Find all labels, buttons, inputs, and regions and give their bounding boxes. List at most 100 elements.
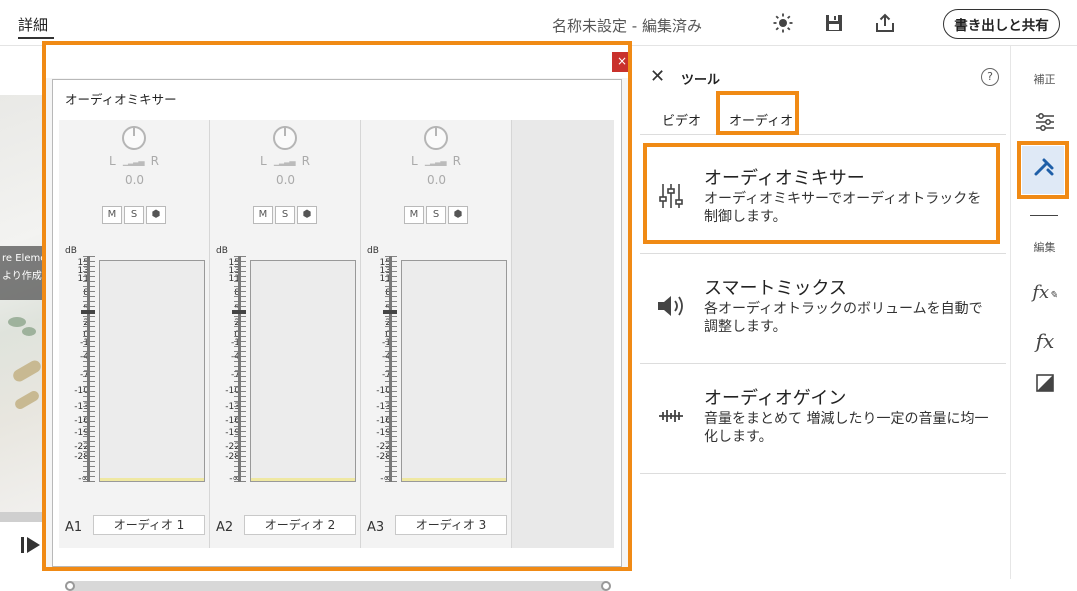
pan-value: 0.0 — [275, 173, 296, 187]
roller-decoration — [11, 358, 43, 384]
volume-fader-handle[interactable] — [232, 310, 246, 314]
adjust-sliders-icon[interactable] — [1031, 111, 1059, 139]
mixer-title: オーディオミキサー — [65, 92, 177, 107]
pan-lr-label: L ▁▂▃▄ R — [109, 154, 159, 168]
record-button[interactable]: ⬢ — [448, 206, 468, 224]
record-button[interactable]: ⬢ — [297, 206, 317, 224]
meter-floor — [100, 478, 204, 481]
mixer-horizontal-scrollbar[interactable] — [65, 581, 611, 591]
pan-meter-icon: ▁▂▃▄ — [424, 156, 447, 166]
solo-button[interactable]: S — [275, 206, 295, 224]
solo-button[interactable]: S — [124, 206, 144, 224]
tool-description: オーディオミキサーでオーディオトラックを制御します。 — [704, 191, 982, 225]
pan-knob[interactable] — [424, 126, 448, 150]
waveform-icon — [656, 402, 686, 432]
track-name-field[interactable]: オーディオ 3 — [395, 515, 507, 535]
brightness-icon[interactable] — [771, 11, 795, 35]
share-icon[interactable] — [873, 11, 897, 35]
pan-right-label: R — [150, 154, 159, 168]
mute-button[interactable]: M — [404, 206, 424, 224]
tools-panel: ✕ ツール ? ビデオ オーディオ オーディオミキサー オーディオミキサーでオー… — [640, 46, 1010, 579]
preview-caption-line2: より作成 — [2, 271, 42, 282]
tool-name: スマートミックス — [704, 278, 847, 299]
fx-icon[interactable]: fx — [1031, 327, 1059, 355]
help-icon[interactable]: ? — [981, 68, 999, 86]
level-meter — [250, 260, 356, 482]
mixer-panel: オーディオミキサー L▁▂▃▄R 0.0 M S ⬢ dB1513118520-… — [52, 79, 622, 591]
export-share-button[interactable]: 書き出しと共有 — [943, 9, 1060, 39]
record-button[interactable]: ⬢ — [146, 206, 166, 224]
close-tools-icon[interactable]: ✕ — [650, 66, 665, 87]
color-icon[interactable] — [1031, 373, 1059, 401]
solo-button[interactable]: S — [426, 206, 446, 224]
volume-fader-rail[interactable] — [87, 256, 90, 482]
preview-caption: re Eleme より作成 — [0, 246, 48, 300]
tools-icon[interactable] — [1030, 156, 1058, 184]
tool-description: 音量をまとめて 増減したり一定の音量に均一化します。 — [704, 411, 989, 445]
detail-tab-underline — [18, 37, 54, 39]
mixer-sliders-icon — [656, 182, 686, 212]
document-title: 名称未設定 - 編集済み — [552, 17, 702, 35]
tool-audio-gain[interactable]: オーディオゲイン 音量をまとめて 増減したり一定の音量に均一化します。 — [640, 364, 1006, 474]
detail-tab[interactable]: 詳細 — [18, 14, 48, 35]
save-icon[interactable] — [822, 11, 846, 35]
close-icon[interactable]: × — [612, 52, 632, 72]
pan-left-label: L — [260, 154, 267, 168]
preview-caption-line1: re Eleme — [2, 253, 47, 264]
pan-knob[interactable] — [273, 126, 297, 150]
tool-audio-mixer[interactable]: オーディオミキサー オーディオミキサーでオーディオトラックを制御します。 — [640, 144, 1006, 254]
volume-fader-handle[interactable] — [81, 310, 95, 314]
pan-right-label: R — [301, 154, 310, 168]
track-id: A2 — [216, 520, 234, 535]
db-scale-title: dB — [216, 246, 228, 256]
fx-edit-icon[interactable]: fx✎ — [1031, 279, 1059, 307]
meter-floor — [251, 478, 355, 481]
pan-left-label: L — [411, 154, 418, 168]
audio-mixer-window: × オーディオミキサー L▁▂▃▄R 0.0 M S ⬢ dB151311852… — [46, 45, 632, 591]
timeline-scrubber[interactable] — [0, 512, 48, 522]
tab-audio-underline — [720, 131, 790, 133]
rail-divider — [1030, 215, 1058, 216]
pan-meter-icon: ▁▂▃▄ — [273, 156, 296, 166]
mute-button[interactable]: M — [253, 206, 273, 224]
pan-left-label: L — [109, 154, 116, 168]
mixer-titlebar[interactable] — [46, 45, 628, 78]
tool-smart-mix[interactable]: スマートミックス 各オーディオトラックのボリュームを自動で調整します。 — [640, 254, 1006, 364]
tab-audio[interactable]: オーディオ — [729, 110, 793, 129]
mixer-track: L▁▂▃▄R 0.0 M S ⬢ dB1513118520-1-4-7-10-1… — [361, 120, 512, 548]
db-scale-title: dB — [367, 246, 379, 256]
leaf-decoration — [22, 327, 36, 336]
roller-decoration — [13, 389, 41, 411]
db-scale-title: dB — [65, 246, 77, 256]
scroll-handle-right[interactable] — [601, 581, 611, 591]
mixer-tracks: L▁▂▃▄R 0.0 M S ⬢ dB1513118520-1-4-7-10-1… — [59, 120, 614, 548]
rail-section-adjust: 補正 — [1033, 73, 1056, 86]
pan-value: 0.0 — [124, 173, 145, 187]
pan-lr-label: L ▁▂▃▄ R — [260, 154, 310, 168]
track-name-field[interactable]: オーディオ 2 — [244, 515, 356, 535]
track-name-field[interactable]: オーディオ 1 — [93, 515, 205, 535]
speaker-icon — [656, 292, 686, 322]
mixer-track: L▁▂▃▄R 0.0 M S ⬢ dB1513118520-1-4-7-10-1… — [59, 120, 210, 548]
tab-video[interactable]: ビデオ — [662, 110, 701, 129]
mute-button[interactable]: M — [102, 206, 122, 224]
pan-knob[interactable] — [122, 126, 146, 150]
leaf-decoration — [8, 317, 26, 327]
pan-meter-icon: ▁▂▃▄ — [122, 156, 145, 166]
level-meter — [401, 260, 507, 482]
track-id: A1 — [65, 520, 83, 535]
tabs-divider — [640, 134, 1006, 135]
tool-description: 各オーディオトラックのボリュームを自動で調整します。 — [704, 301, 983, 335]
scroll-handle-left[interactable] — [65, 581, 75, 591]
volume-fader-handle[interactable] — [383, 310, 397, 314]
pan-right-label: R — [452, 154, 461, 168]
play-icon[interactable] — [20, 536, 44, 556]
meter-floor — [402, 478, 506, 481]
volume-fader-rail[interactable] — [238, 256, 241, 482]
tool-name: オーディオゲイン — [704, 388, 847, 409]
volume-fader-rail[interactable] — [389, 256, 392, 482]
top-bar: 詳細 名称未設定 - 編集済み 書き出しと共有 — [0, 0, 1077, 46]
preview-image — [0, 95, 48, 513]
pan-value: 0.0 — [426, 173, 447, 187]
pan-lr-label: L ▁▂▃▄ R — [411, 154, 461, 168]
